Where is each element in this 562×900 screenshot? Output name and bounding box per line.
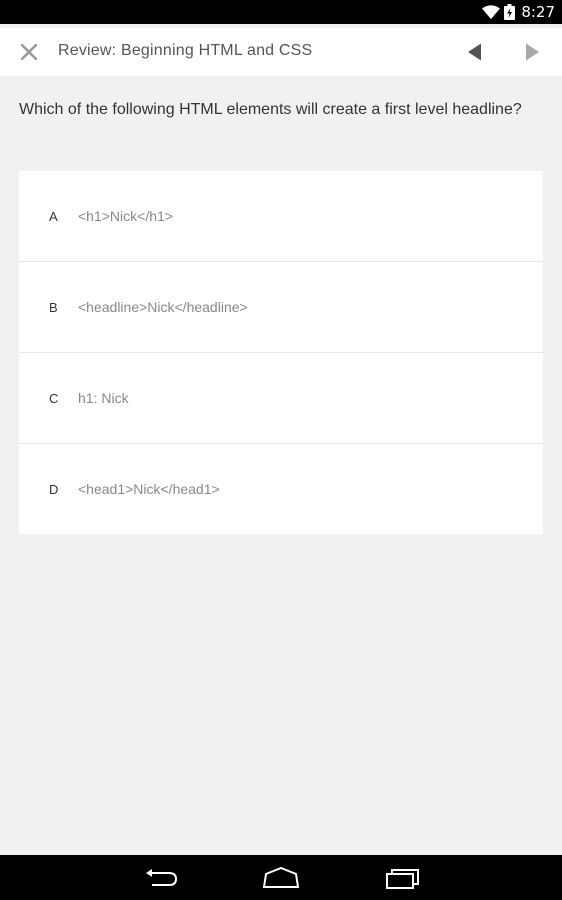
option-letter: C (49, 390, 59, 406)
option-d[interactable]: D <head1>Nick</head1> (19, 444, 543, 534)
next-button[interactable] (520, 40, 544, 64)
answer-options: A <h1>Nick</h1> B <headline>Nick</headli… (19, 171, 543, 534)
option-text: h1: Nick (78, 390, 129, 406)
triangle-right-icon (526, 43, 539, 61)
recent-apps-icon (386, 869, 419, 889)
close-button[interactable] (17, 40, 41, 64)
question-text: Which of the following HTML elements wil… (19, 101, 522, 118)
home-button[interactable] (262, 866, 300, 889)
option-c[interactable]: C h1: Nick (19, 353, 543, 444)
option-b[interactable]: B <headline>Nick</headline> (19, 262, 543, 353)
triangle-left-icon (468, 43, 481, 61)
option-text: <head1>Nick</head1> (78, 481, 220, 497)
home-icon (262, 866, 300, 888)
status-time: 8:27 (521, 3, 555, 21)
option-letter: D (49, 481, 59, 497)
app-header: Review: Beginning HTML and CSS (0, 24, 562, 76)
option-text: <h1>Nick</h1> (78, 208, 173, 224)
close-icon (21, 44, 37, 60)
recent-apps-button[interactable] (384, 868, 420, 890)
option-text: <headline>Nick</headline> (78, 299, 248, 315)
battery-charging-icon (504, 4, 516, 20)
wifi-icon (482, 5, 501, 19)
system-nav-bar (0, 855, 562, 900)
option-letter: B (49, 299, 58, 315)
header-title: Review: Beginning HTML and CSS (58, 42, 313, 59)
status-bar: 8:27 (0, 0, 562, 24)
previous-button[interactable] (463, 40, 487, 64)
back-icon (146, 869, 178, 886)
option-a[interactable]: A <h1>Nick</h1> (19, 171, 543, 262)
back-button[interactable] (143, 868, 179, 888)
option-letter: A (49, 208, 58, 224)
